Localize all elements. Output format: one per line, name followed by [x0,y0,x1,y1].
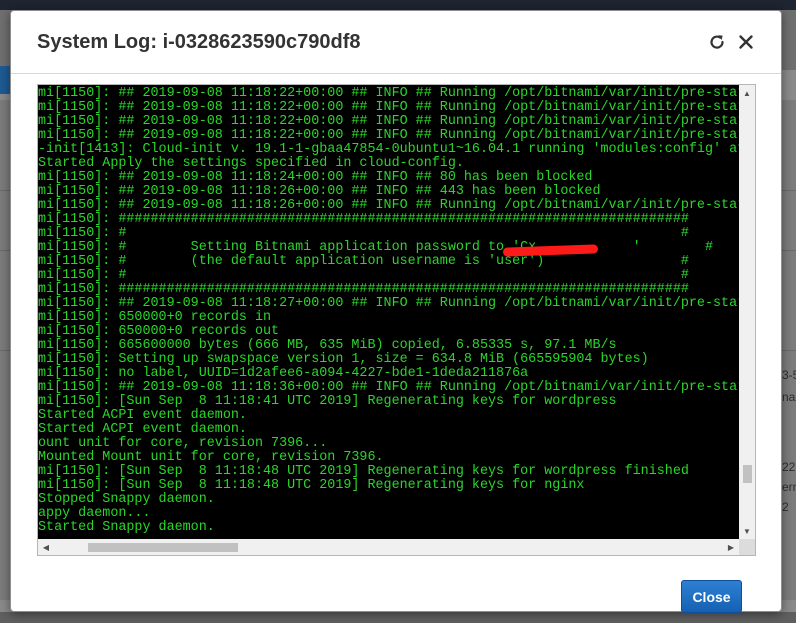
log-line: mi[1150]: ## 2019-09-08 11:18:22+00:00 #… [38,100,739,115]
log-line: mi[1150]: ##############################… [38,282,689,297]
vertical-scroll-thumb[interactable] [743,465,752,483]
background-cell-text: naz [782,390,796,404]
log-line: mi[1150]: # # [38,268,689,283]
log-line: mi[1150]: 665600000 bytes (666 MB, 635 M… [38,338,617,353]
background-cell-text: 3-5 [782,368,796,382]
log-line: mi[1150]: ## 2019-09-08 11:18:22+00:00 #… [38,128,739,143]
log-text-area: mi[1150]: ## 2019-09-08 11:18:22+00:00 #… [38,85,739,539]
system-log-dialog: System Log: i-0328623590c790df8 mi[1150]… [10,10,782,613]
log-line: Started Snappy daemon. [38,520,215,535]
horizontal-scrollbar[interactable]: ◀ ▶ [38,539,739,555]
background-cell-text: 2 [782,500,789,514]
background-cell-text: ern [782,480,796,494]
log-line: mi[1150]: ## 2019-09-08 11:18:22+00:00 #… [38,114,739,129]
log-line: mi[1150]: [Sun Sep 8 11:18:41 UTC 2019] … [38,394,617,409]
background-top-bar [0,0,796,10]
dialog-title: System Log: i-0328623590c790df8 [37,31,361,53]
log-line: mi[1150]: # # [38,226,689,241]
close-icon[interactable] [735,31,757,53]
log-line: mi[1150]: ## 2019-09-08 11:18:22+00:00 #… [38,86,739,101]
log-line: mi[1150]: ## 2019-09-08 11:18:27+00:00 #… [38,296,739,311]
log-line: mi[1150]: Setting up swapspace version 1… [38,352,649,367]
background-left-button [0,66,10,94]
log-line: ount unit for core, revision 7396... [38,436,328,451]
vertical-scrollbar[interactable]: ▲ ▼ [739,85,755,539]
close-button[interactable]: Close [681,580,742,613]
log-line: mi[1150]: ## 2019-09-08 11:18:26+00:00 #… [38,184,601,199]
log-line: mi[1150]: ##############################… [38,212,689,227]
log-line: mi[1150]: # (the default application use… [38,254,689,269]
scroll-left-arrow-icon[interactable]: ◀ [38,539,54,555]
background-cell-text: 22 [782,460,796,474]
log-line: -init[1413]: Cloud-init v. 19.1-1-gbaa47… [38,142,739,157]
system-log-output[interactable]: mi[1150]: ## 2019-09-08 11:18:22+00:00 #… [37,84,756,556]
background-footer [0,612,796,623]
log-line: mi[1150]: ## 2019-09-08 11:18:36+00:00 #… [38,380,739,395]
log-line: Started ACPI event daemon. [38,408,247,423]
log-line: mi[1150]: [Sun Sep 8 11:18:48 UTC 2019] … [38,478,585,493]
log-line: mi[1150]: ## 2019-09-08 11:18:24+00:00 #… [38,170,593,185]
log-line: mi[1150]: [Sun Sep 8 11:18:48 UTC 2019] … [38,464,689,479]
scroll-down-arrow-icon[interactable]: ▼ [739,523,755,539]
log-line: mi[1150]: # Setting Bitnami application … [38,240,713,255]
log-line: Stopped Snappy daemon. [38,492,215,507]
log-line: mi[1150]: no label, UUID=1d2afee6-a094-4… [38,366,529,381]
scrollbar-corner [739,539,755,555]
dialog-header: System Log: i-0328623590c790df8 [11,11,781,74]
refresh-icon[interactable] [706,31,728,53]
log-line: mi[1150]: 650000+0 records in [38,310,272,325]
log-line: Mounted Mount unit for core, revision 73… [38,450,384,465]
scroll-right-arrow-icon[interactable]: ▶ [723,539,739,555]
scroll-up-arrow-icon[interactable]: ▲ [739,85,755,101]
horizontal-scroll-thumb[interactable] [88,543,238,552]
log-line: appy daemon... [38,506,151,521]
log-line: Started Apply the settings specified in … [38,156,464,171]
log-line: mi[1150]: ## 2019-09-08 11:18:26+00:00 #… [38,198,739,213]
log-line: mi[1150]: 650000+0 records out [38,324,280,339]
log-line: Started ACPI event daemon. [38,422,247,437]
